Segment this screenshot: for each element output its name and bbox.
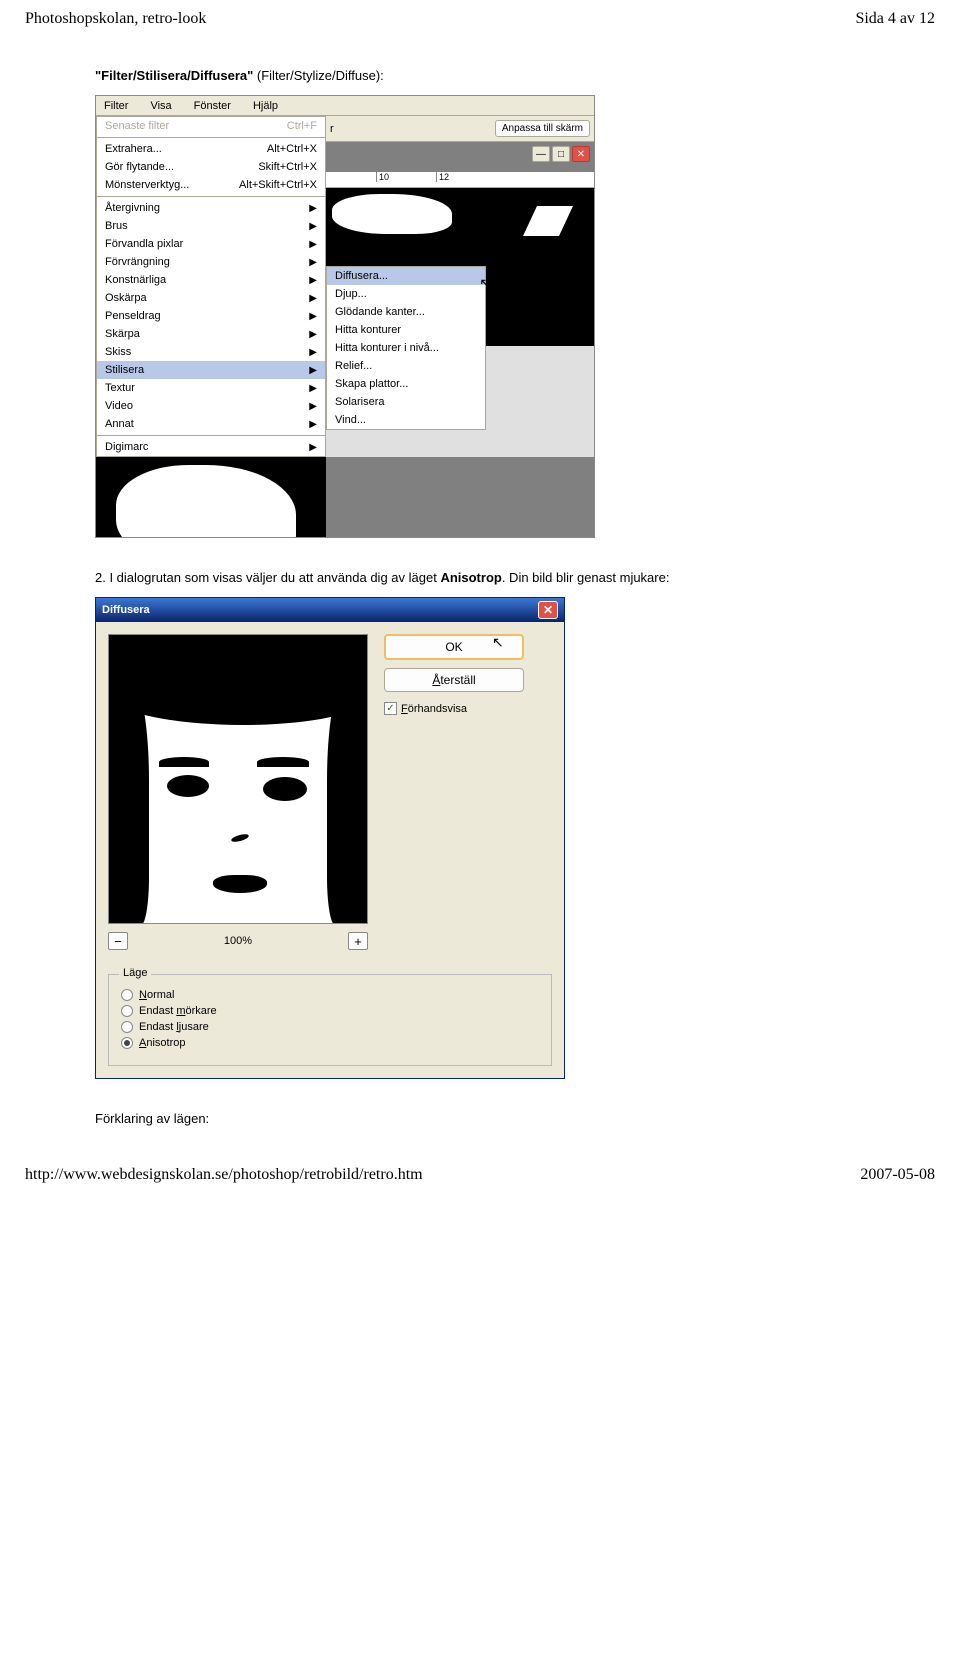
dialog-titlebar: Diffusera ✕	[96, 598, 564, 622]
menu-pattern[interactable]: Mönsterverktyg...Alt+Skift+Ctrl+X	[97, 176, 325, 194]
instruction-2-post: . Din bild blir genast mjukare:	[502, 570, 670, 585]
radio-dark[interactable]: Endast mörkare	[121, 1005, 539, 1017]
toolbar: r Anpassa till skärm	[326, 116, 594, 142]
radio-normal[interactable]: Normal	[121, 989, 539, 1001]
submenu-diffusera[interactable]: Diffusera...	[327, 267, 485, 285]
menubar: Filter Visa Fönster Hjälp	[96, 96, 594, 116]
menu-penseldrag[interactable]: Penseldrag▶	[97, 307, 325, 325]
menu-atergivning[interactable]: Återgivning▶	[97, 199, 325, 217]
dialog-close-icon[interactable]: ✕	[538, 601, 558, 619]
submenu-glodande[interactable]: Glödande kanter...	[327, 303, 485, 321]
submenu-djup[interactable]: Djup...	[327, 285, 485, 303]
footer-url: http://www.webdesignskolan.se/photoshop/…	[25, 1166, 423, 1184]
menubar-filter[interactable]: Filter	[100, 98, 132, 114]
zoom-level: 100%	[224, 935, 252, 947]
submenu-vind[interactable]: Vind...	[327, 411, 485, 429]
mode-group-label: Läge	[119, 967, 151, 979]
label-forklaring: Förklaring av lägen:	[95, 1111, 935, 1126]
submenu-hitta[interactable]: Hitta konturer	[327, 321, 485, 339]
menu-digimarc[interactable]: Digimarc▶	[97, 438, 325, 456]
menubar-visa[interactable]: Visa	[146, 98, 175, 114]
menu-stilisera[interactable]: Stilisera▶	[97, 361, 325, 379]
menu-brus[interactable]: Brus▶	[97, 217, 325, 235]
zoom-out-button[interactable]: −	[108, 932, 128, 950]
submenu-hitta-niva[interactable]: Hitta konturer i nivå...	[327, 339, 485, 357]
maximize-icon[interactable]: □	[552, 146, 570, 162]
menu-oskarpa[interactable]: Oskärpa▶	[97, 289, 325, 307]
menubar-hjalp[interactable]: Hjälp	[249, 98, 282, 114]
radio-light[interactable]: Endast ljusare	[121, 1021, 539, 1033]
ruler: 1012	[326, 172, 594, 188]
footer-date: 2007-05-08	[860, 1166, 935, 1184]
menu-recent: Senaste filterCtrl+F	[97, 117, 325, 135]
zoom-in-button[interactable]: +	[348, 932, 368, 950]
preview-label: Förhandsvisa	[401, 703, 467, 715]
page-header: Photoshopskolan, retro-look Sida 4 av 12	[25, 10, 935, 28]
submenu-relief[interactable]: Relief...	[327, 357, 485, 375]
radio-anisotrop[interactable]: Anisotrop	[121, 1037, 539, 1049]
menu-forvandla[interactable]: Förvandla pixlar▶	[97, 235, 325, 253]
instruction-2-bold: Anisotrop	[440, 570, 501, 585]
preview-checkbox[interactable]: ✓	[384, 702, 397, 715]
menu-skarpa[interactable]: Skärpa▶	[97, 325, 325, 343]
header-left: Photoshopskolan, retro-look	[25, 10, 206, 28]
minimize-icon[interactable]: —	[532, 146, 550, 162]
menubar-fonster[interactable]: Fönster	[190, 98, 235, 114]
close-icon[interactable]: ✕	[572, 146, 590, 162]
preview-image	[108, 634, 368, 924]
submenu-solarisera[interactable]: Solarisera	[327, 393, 485, 411]
instruction-2-pre: 2. I dialogrutan som visas väljer du att…	[95, 570, 440, 585]
menu-konstnarliga[interactable]: Konstnärliga▶	[97, 271, 325, 289]
cursor-icon: ↖	[492, 634, 504, 651]
instruction-1-rest: (Filter/Stylize/Diffuse):	[253, 68, 384, 83]
menu-extract[interactable]: Extrahera...Alt+Ctrl+X	[97, 140, 325, 158]
menu-forvrangning[interactable]: Förvrängning▶	[97, 253, 325, 271]
menu-textur[interactable]: Textur▶	[97, 379, 325, 397]
filter-menu-screenshot: Filter Visa Fönster Hjälp Senaste filter…	[95, 95, 935, 538]
reset-button[interactable]: Återställ	[384, 668, 524, 692]
fit-screen-button[interactable]: Anpassa till skärm	[495, 120, 590, 137]
stilisera-submenu: Diffusera... Djup... Glödande kanter... …	[326, 266, 486, 430]
header-right: Sida 4 av 12	[855, 10, 935, 28]
menu-liquify[interactable]: Gör flytande...Skift+Ctrl+X	[97, 158, 325, 176]
instruction-1: "Filter/Stilisera/Diffusera" (Filter/Sty…	[95, 68, 935, 83]
menu-video[interactable]: Video▶	[97, 397, 325, 415]
filter-menu: Senaste filterCtrl+F Extrahera...Alt+Ctr…	[96, 116, 326, 457]
cursor-icon: ↖	[479, 275, 491, 292]
mode-group: Läge Normal Endast mörkare Endast ljusar…	[108, 974, 552, 1066]
menu-annat[interactable]: Annat▶	[97, 415, 325, 433]
submenu-plattor[interactable]: Skapa plattor...	[327, 375, 485, 393]
diffusera-dialog-screenshot: Diffusera ✕	[95, 597, 935, 1079]
menu-skiss[interactable]: Skiss▶	[97, 343, 325, 361]
dialog-title: Diffusera	[102, 604, 150, 616]
page-footer: http://www.webdesignskolan.se/photoshop/…	[25, 1166, 935, 1184]
instruction-2: 2. I dialogrutan som visas väljer du att…	[95, 570, 935, 585]
instruction-1-bold: "Filter/Stilisera/Diffusera"	[95, 68, 253, 83]
